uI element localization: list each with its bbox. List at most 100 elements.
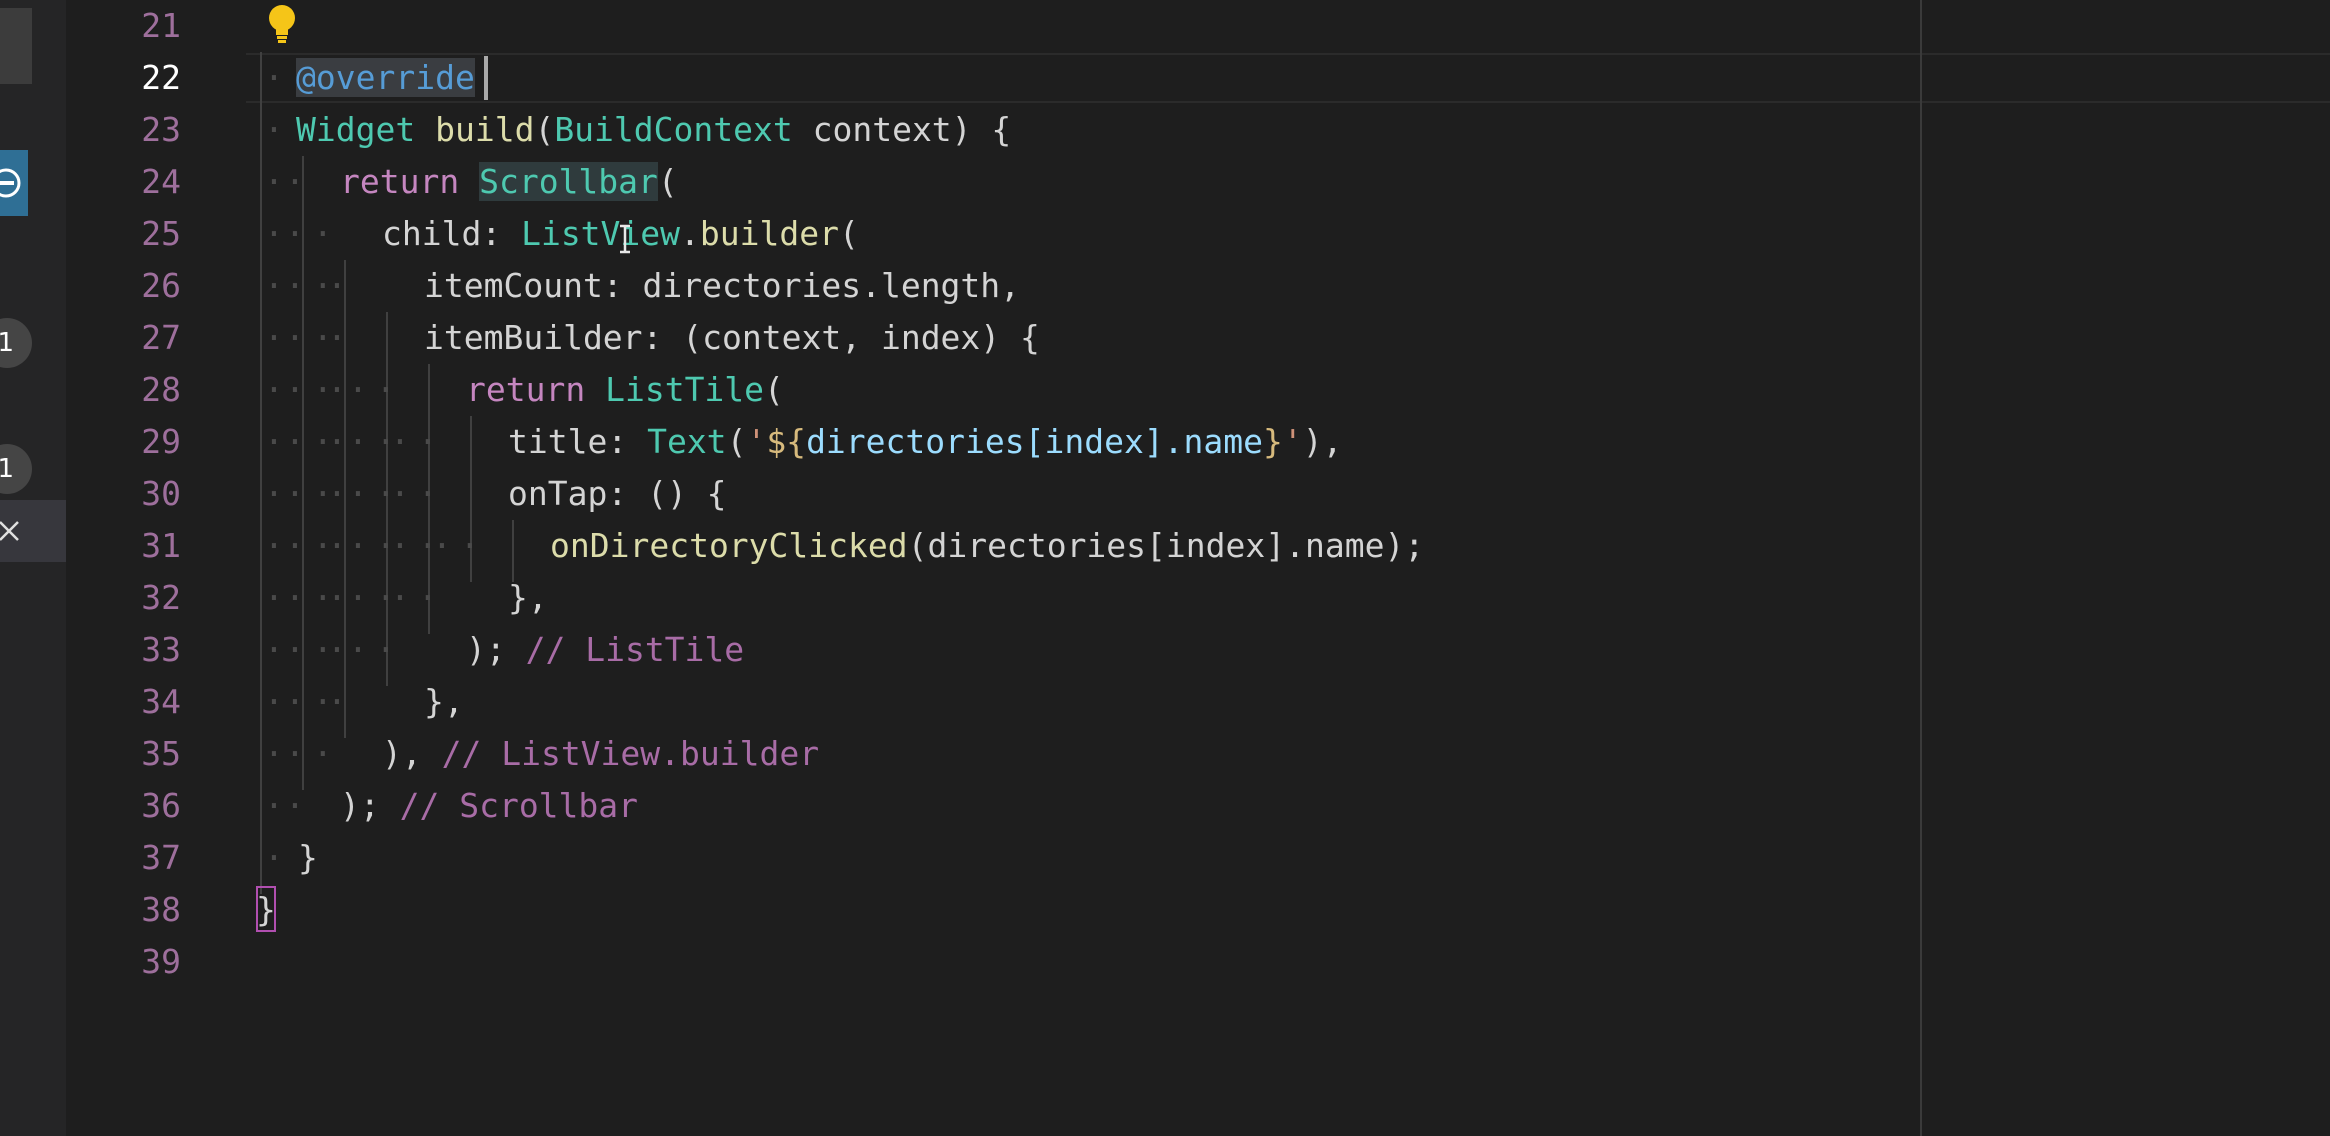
code-token: context) {: [792, 110, 1012, 149]
whitespace-marker: ··: [285, 214, 341, 253]
code-token: (: [534, 110, 555, 149]
code-token: child:: [382, 214, 522, 253]
code-content: ); // ListTile: [466, 624, 744, 676]
code-token: (: [838, 214, 859, 253]
line-number: 27: [141, 318, 181, 357]
code-content: ), // ListView.builder: [382, 728, 819, 780]
code-token: },: [508, 578, 548, 617]
whitespace-marker: ··: [348, 370, 404, 409]
line-number: 35: [141, 734, 181, 773]
code-token: Text: [647, 422, 727, 461]
whitespace-marker: ·: [285, 162, 313, 201]
code-token: BuildContext: [554, 110, 793, 149]
code-token: );: [466, 630, 526, 669]
code-token: },: [424, 682, 464, 721]
code-token: build: [435, 110, 535, 149]
code-token: // Scrollbar: [399, 786, 639, 825]
notification-badge: 1: [0, 444, 32, 494]
code-token: ': [746, 422, 767, 461]
line-number: 21: [141, 6, 181, 45]
whitespace-marker: ·: [264, 110, 292, 149]
line-number: 32: [141, 578, 181, 617]
code-token: .: [680, 214, 700, 253]
code-content: return Scrollbar(: [340, 156, 678, 208]
whitespace-marker: ·: [285, 786, 313, 825]
code-token: onDirectoryClicked: [550, 526, 908, 565]
code-token: Widget: [296, 110, 416, 149]
code-content: },: [508, 572, 548, 624]
code-token: directories[index].name: [806, 422, 1264, 461]
code-content: return ListTile(: [466, 364, 784, 416]
activity-item-close[interactable]: [0, 500, 66, 562]
editor-ruler: [1920, 0, 1922, 1136]
line-number: 39: [141, 942, 181, 981]
code-token: builder: [699, 214, 839, 253]
line-number: 34: [141, 682, 181, 721]
whitespace-marker: ·: [327, 318, 355, 357]
code-token: ListTile: [605, 370, 765, 409]
bracket-match-highlight: [256, 886, 276, 932]
whitespace-marker: ··: [432, 526, 488, 565]
whitespace-marker: ·: [264, 838, 292, 877]
code-token: Scrollbar: [479, 162, 658, 201]
code-content: itemBuilder: (context, index) {: [424, 312, 1040, 364]
code-token: itemCount: directories.length,: [424, 266, 1021, 305]
whitespace-marker: ··: [390, 474, 446, 513]
code-token: ),: [1302, 422, 1343, 461]
code-token: title:: [508, 422, 648, 461]
code-token: (: [726, 422, 747, 461]
ibeam-cursor-icon: [620, 224, 630, 254]
line-number: 30: [141, 474, 181, 513]
whitespace-marker: ·: [327, 682, 355, 721]
code-content: itemCount: directories.length,: [424, 260, 1020, 312]
code-token: itemBuilder: (context, index) {: [424, 318, 1040, 357]
line-number: 22: [141, 58, 181, 97]
code-token: // ListTile: [525, 630, 745, 669]
code-content: onTap: () {: [508, 468, 727, 520]
code-token: ${: [766, 422, 807, 461]
line-number: 26: [141, 266, 181, 305]
code-token: @override: [296, 58, 475, 97]
code-token: (: [657, 162, 678, 201]
code-content: },: [424, 676, 464, 728]
code-token: onTap: () {: [508, 474, 727, 513]
activity-bar: 1 1: [0, 0, 66, 1136]
current-line-highlight: [246, 53, 2330, 103]
whitespace-marker: ·: [264, 58, 292, 97]
code-token: // ListView.builder: [441, 734, 820, 773]
line-number: 25: [141, 214, 181, 253]
code-token: (: [764, 370, 784, 409]
code-token: return: [466, 370, 586, 409]
code-token: ListView: [521, 214, 681, 253]
debug-icon: [0, 168, 21, 198]
notification-badge: 1: [0, 318, 32, 368]
code-token: ': [1282, 422, 1303, 461]
whitespace-marker: ·: [327, 266, 355, 305]
code-token: }: [298, 838, 318, 877]
code-token: );: [340, 786, 400, 825]
line-number-gutter[interactable]: 21 22 23 24 25 26 27 28 29 30 31 32 33 34 35 36 37 38 39: [66, 0, 246, 1136]
indent-guide: [260, 52, 262, 894]
code-content: title: Text('${directories[index].name}'…: [508, 416, 1343, 468]
line-number: 29: [141, 422, 181, 461]
whitespace-marker: ··: [390, 422, 446, 461]
code-content: @override: [296, 52, 475, 104]
code-content: onDirectoryClicked(directories[index].na…: [550, 520, 1424, 572]
line-number: 38: [141, 890, 181, 929]
code-content: Widget build(BuildContext context) {: [296, 104, 1011, 156]
lightbulb-icon[interactable]: [262, 3, 302, 45]
line-number: 23: [141, 110, 181, 149]
code-editor-window: 1 1 21 22 23 24 25 26 27 28 29 30 31 32 33 34 35 36 37 38…: [0, 0, 2330, 1136]
code-token: return: [340, 162, 460, 201]
whitespace-marker: ··: [285, 734, 341, 773]
code-token: ),: [382, 734, 442, 773]
activity-item-explorer[interactable]: [0, 8, 32, 84]
line-number: 33: [141, 630, 181, 669]
line-number: 24: [141, 162, 181, 201]
activity-item-run-debug[interactable]: [0, 150, 28, 216]
line-number: 31: [141, 526, 181, 565]
whitespace-marker: ··: [390, 578, 446, 617]
